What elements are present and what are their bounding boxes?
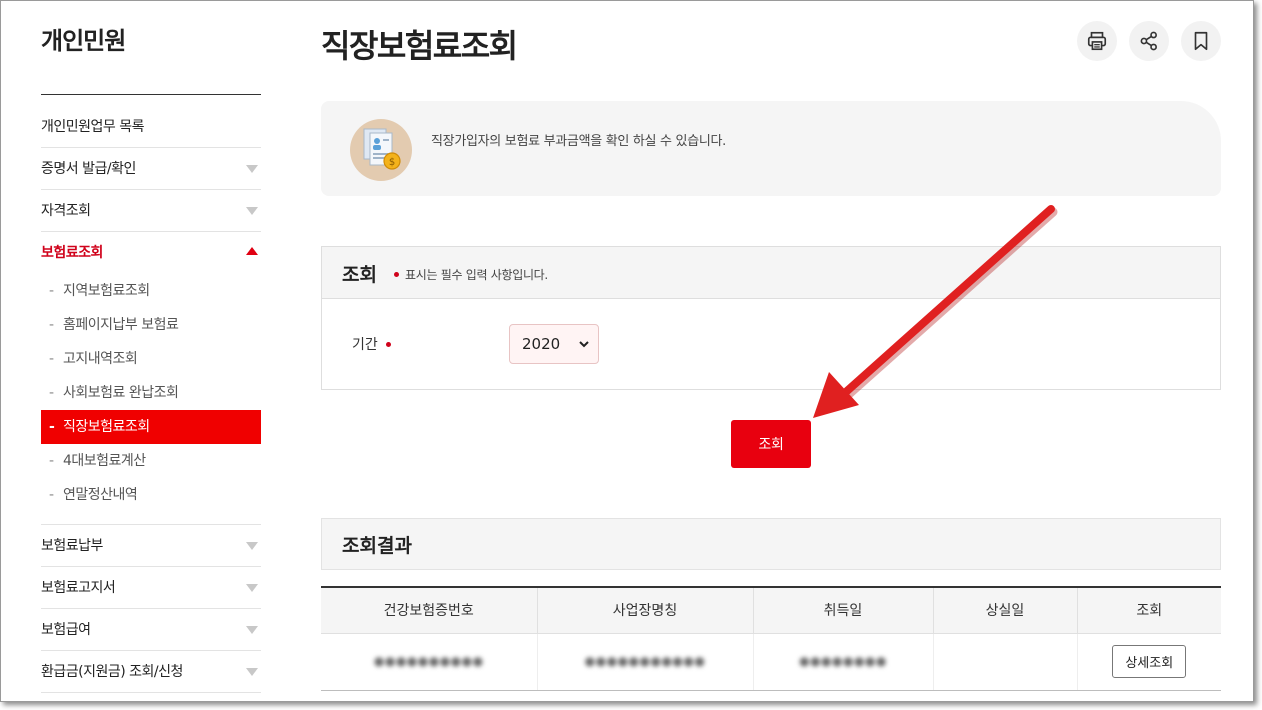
search-panel: 조회 표시는 필수 입력 사항입니다. 기간 2020 xyxy=(321,246,1221,390)
document-coin-icon: $ xyxy=(350,119,412,181)
dash-icon: - xyxy=(49,419,55,435)
sidebar-item-refund[interactable]: 환급금(지원금) 조회/신청 xyxy=(41,651,261,693)
dash-icon: - xyxy=(49,385,54,401)
sidebar-item-label: 환급금(지원금) 조회/신청 xyxy=(41,664,183,680)
chevron-down-icon xyxy=(246,542,258,550)
chevron-down-icon xyxy=(579,341,589,348)
action-cell: 상세조회 xyxy=(1077,633,1221,691)
sidebar-subitem-full-payment[interactable]: - 사회보험료 완납조회 xyxy=(41,376,261,410)
bookmark-button[interactable] xyxy=(1181,21,1221,61)
svg-text:$: $ xyxy=(389,157,395,168)
sidebar-item-label: 보험료고지서 xyxy=(41,580,116,596)
column-header: 건강보험증번호 xyxy=(321,587,538,634)
column-header: 상실일 xyxy=(933,587,1078,634)
chevron-down-icon xyxy=(246,584,258,592)
required-dot-icon xyxy=(385,342,391,347)
share-button[interactable] xyxy=(1129,21,1169,61)
dash-icon: - xyxy=(49,351,54,367)
sidebar-title: 개인민원 xyxy=(41,27,126,55)
masked-value: ●●●●●●●●●●● xyxy=(584,654,706,668)
sidebar-item-premium-payment[interactable]: 보험료납부 xyxy=(41,525,261,567)
sidebar-subitem-label: 사회보험료 완납조회 xyxy=(63,385,179,401)
sidebar-subitem-label: 4대보험료계산 xyxy=(63,453,146,469)
chevron-down-icon xyxy=(246,668,258,676)
required-note-text: 표시는 필수 입력 사항입니다. xyxy=(405,268,548,282)
sidebar-subitem-label: 직장보험료조회 xyxy=(63,419,150,435)
period-label-text: 기간 xyxy=(352,337,378,353)
masked-value: ●●●●●●●●●● xyxy=(373,654,484,668)
column-header: 취득일 xyxy=(753,587,934,634)
sidebar-item-label: 자격조회 xyxy=(41,203,91,219)
result-header: 조회결과 xyxy=(321,518,1221,570)
dash-icon: - xyxy=(49,317,54,333)
column-header: 사업장명칭 xyxy=(537,587,754,634)
sidebar-item-premium-inquiry[interactable]: 보험료조회 xyxy=(41,232,261,274)
sidebar-subitem-homepage-payment[interactable]: - 홈페이지납부 보험료 xyxy=(41,308,261,342)
sidebar-item-label: 개인민원업무 목록 xyxy=(41,119,145,135)
sidebar-item-certificate[interactable]: 증명서 발급/확인 xyxy=(41,148,261,190)
table-header-row: 건강보험증번호 사업장명칭 취득일 상실일 조회 xyxy=(321,587,1221,634)
print-button[interactable] xyxy=(1077,21,1117,61)
sidebar-subitem-label: 고지내역조회 xyxy=(63,351,138,367)
detail-inquiry-button[interactable]: 상세조회 xyxy=(1112,645,1187,678)
period-label: 기간 xyxy=(352,334,391,354)
result-table: 건강보험증번호 사업장명칭 취득일 상실일 조회 ●●●●●●●●●● ●●●●… xyxy=(321,586,1221,691)
sidebar-submenu: - 지역보험료조회 - 홈페이지납부 보험료 - 고지내역조회 - 사회보험료 완납조회… xyxy=(41,274,261,525)
sidebar-item-label: 보험료조회 xyxy=(41,245,103,261)
table-row: ●●●●●●●●●● ●●●●●●●●●●● ●●●●●●●● 상세조회 xyxy=(321,633,1221,691)
lost-date-cell xyxy=(933,633,1078,691)
print-icon xyxy=(1087,31,1107,51)
chevron-down-icon xyxy=(246,207,258,215)
browser-frame: 개인민원 개인민원업무 목록 증명서 발급/확인 자격조회 보험료조회 - 지역보… xyxy=(0,0,1254,702)
sidebar-subitem-label: 연말정산내역 xyxy=(63,487,138,503)
info-text: 직장가입자의 보험료 부과금액을 확인 하실 수 있습니다. xyxy=(431,134,727,149)
acquired-date-cell: ●●●●●●●● xyxy=(753,633,934,691)
sidebar-subitem-label: 홈페이지납부 보험료 xyxy=(63,317,179,333)
search-title: 조회 xyxy=(342,264,377,286)
masked-value: ●●●●●●●● xyxy=(799,654,887,668)
column-header: 조회 xyxy=(1077,587,1221,634)
sidebar-menu: 개인민원업무 목록 증명서 발급/확인 자격조회 보험료조회 - 지역보험료조회 … xyxy=(41,106,261,693)
dash-icon: - xyxy=(49,283,54,299)
sidebar-subitem-year-end-tax[interactable]: - 연말정산내역 xyxy=(41,478,261,512)
share-icon xyxy=(1140,31,1157,51)
workplace-name-cell: ●●●●●●●●●●● xyxy=(537,633,754,691)
result-title: 조회결과 xyxy=(342,535,412,557)
year-select-value: 2020 xyxy=(522,335,561,353)
sidebar-item-label: 보험급여 xyxy=(41,622,91,638)
required-note: 표시는 필수 입력 사항입니다. xyxy=(394,266,548,283)
search-button[interactable]: 조회 xyxy=(731,420,811,468)
chevron-down-icon xyxy=(246,165,258,173)
chevron-up-icon xyxy=(246,247,258,255)
page-title: 직장보험료조회 xyxy=(321,27,518,65)
insurance-number-cell: ●●●●●●●●●● xyxy=(321,633,538,691)
search-header: 조회 표시는 필수 입력 사항입니다. xyxy=(322,247,1220,299)
sidebar-item-label: 증명서 발급/확인 xyxy=(41,161,136,177)
sidebar-divider xyxy=(41,94,261,95)
year-select[interactable]: 2020 xyxy=(509,324,599,364)
required-dot-icon xyxy=(394,272,399,277)
dash-icon: - xyxy=(49,453,54,469)
sidebar-item-premium-notice[interactable]: 보험료고지서 xyxy=(41,567,261,609)
dash-icon: - xyxy=(49,487,54,503)
sidebar-item-insurance-benefit[interactable]: 보험급여 xyxy=(41,609,261,651)
sidebar-subitem-regional-premium[interactable]: - 지역보험료조회 xyxy=(41,274,261,308)
sidebar-item-eligibility[interactable]: 자격조회 xyxy=(41,190,261,232)
sidebar-subitem-notice-history[interactable]: - 고지내역조회 xyxy=(41,342,261,376)
sidebar-subitem-workplace-premium[interactable]: - 직장보험료조회 xyxy=(41,410,261,444)
info-box: $ 직장가입자의 보험료 부과금액을 확인 하실 수 있습니다. xyxy=(321,101,1221,196)
chevron-down-icon xyxy=(246,626,258,634)
sidebar-subitem-label: 지역보험료조회 xyxy=(63,283,150,299)
sidebar-item-label: 보험료납부 xyxy=(41,538,103,554)
bookmark-icon xyxy=(1194,31,1208,51)
sidebar-item-civil-list[interactable]: 개인민원업무 목록 xyxy=(41,106,261,148)
sidebar-subitem-four-insurance-calc[interactable]: -4대보험료계산 xyxy=(41,444,261,478)
